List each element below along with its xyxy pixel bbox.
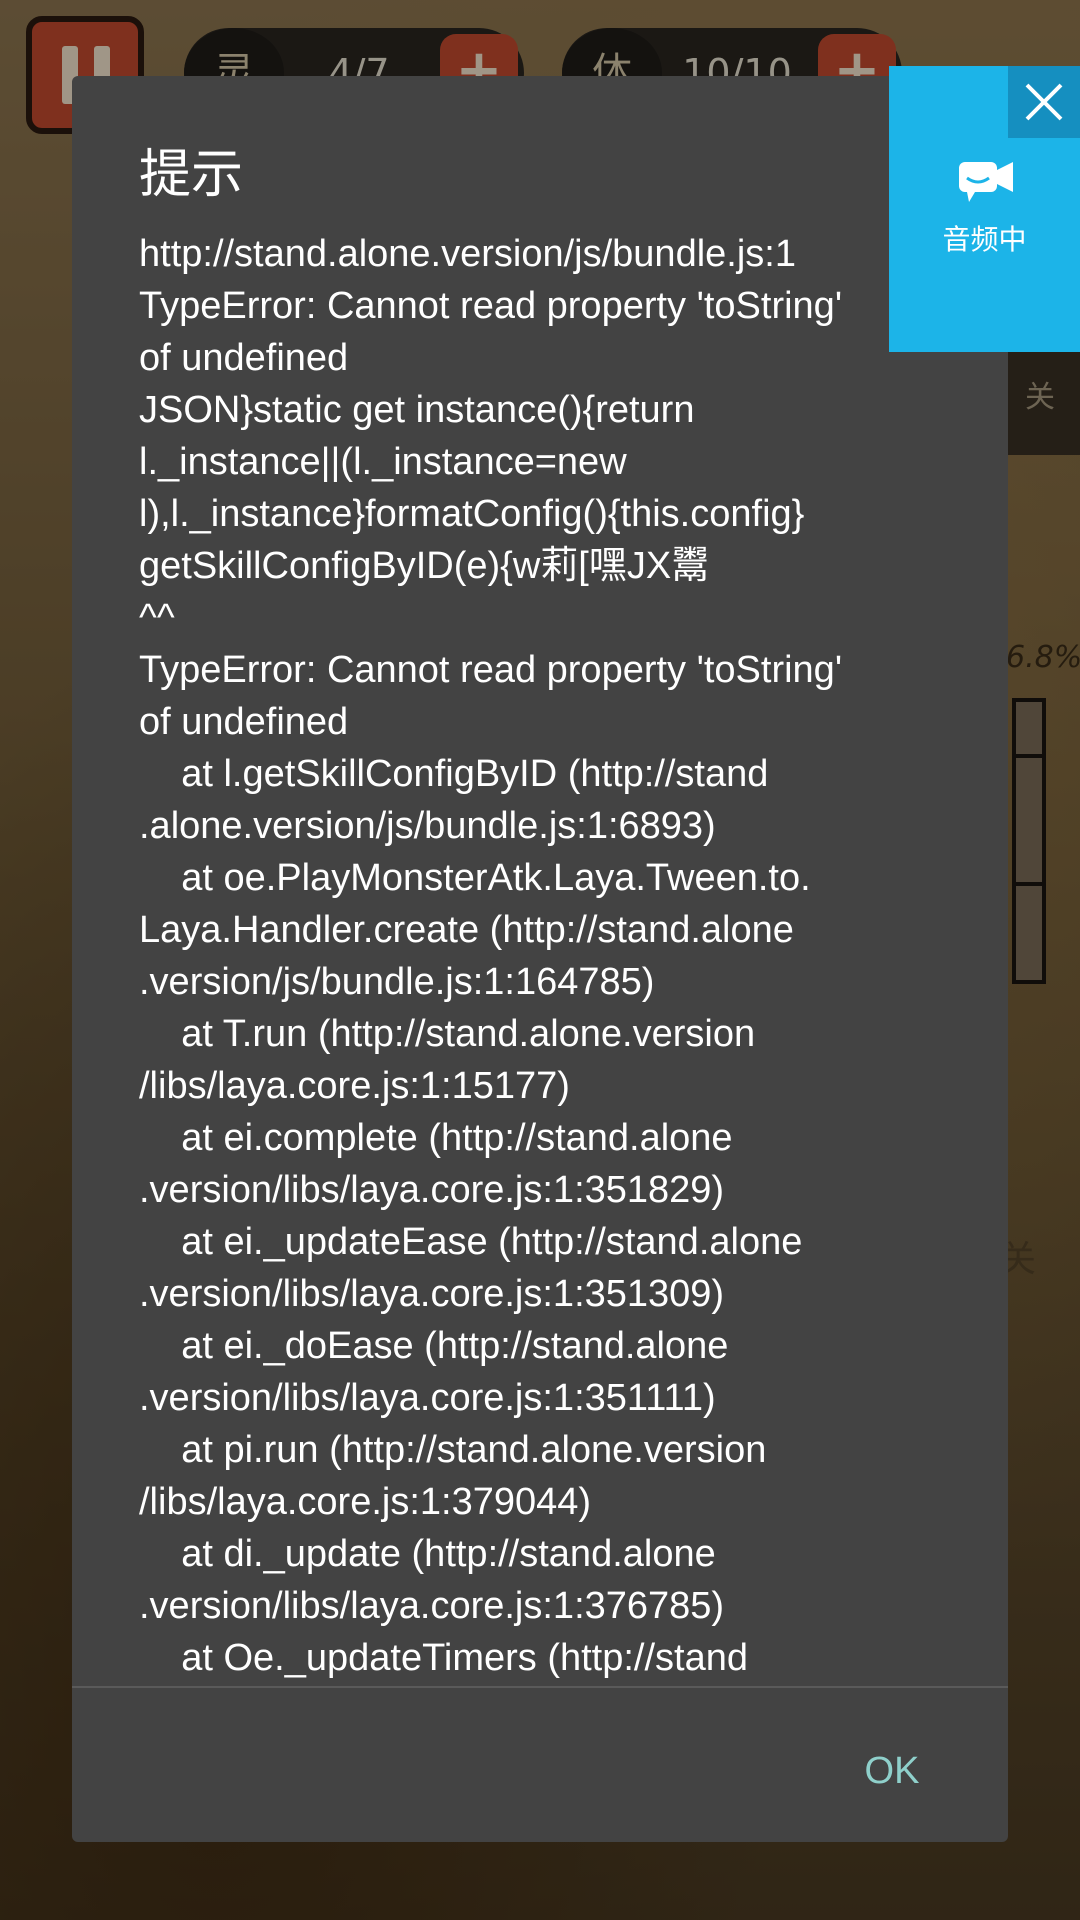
message-line: .version/js/bundle.js:1:164785) <box>139 961 655 1003</box>
message-line: .alone.version/js/bundle.js:1:6893) <box>139 805 716 847</box>
message-line: TypeError: Cannot read property 'toStrin… <box>139 649 843 691</box>
message-line: TypeError: Cannot read property 'toStrin… <box>139 285 843 327</box>
dialog-message[interactable]: http://stand.alone.version/js/bundle.js:… <box>139 228 989 1756</box>
message-line: at pi.run (http://stand.alone.version <box>139 1429 767 1471</box>
video-status-label: 音频中 <box>942 223 1027 256</box>
message-line: ^^ <box>139 597 175 639</box>
message-line: getSkillConfigByID(e){w莉[嘿JX鬻 <box>139 545 710 587</box>
close-icon[interactable] <box>1008 66 1080 138</box>
message-line: .version/libs/laya.core.js:1:351111) <box>139 1377 716 1419</box>
message-line: at Oe._updateTimers (http://stand <box>139 1637 749 1679</box>
message-line: /libs/laya.core.js:1:15177) <box>139 1065 570 1107</box>
message-line: at l.getSkillConfigByID (http://stand <box>139 753 769 795</box>
message-line: at T.run (http://stand.alone.version <box>139 1013 756 1055</box>
message-line: .version/libs/laya.core.js:1:351829) <box>139 1169 725 1211</box>
message-line: /libs/laya.core.js:1:379044) <box>139 1481 592 1523</box>
message-line: .version/libs/laya.core.js:1:351309) <box>139 1273 725 1315</box>
message-line: at di._update (http://stand.alone <box>139 1533 716 1575</box>
message-line: of undefined <box>139 337 349 379</box>
message-line: l._instance||(l._instance=new <box>139 441 627 483</box>
message-line: JSON}static get instance(){return <box>139 389 695 431</box>
ok-button[interactable]: OK <box>832 1736 952 1806</box>
message-line: at oe.PlayMonsterAtk.Laya.Tween.to. <box>139 857 811 899</box>
message-line: at ei._doEase (http://stand.alone <box>139 1325 729 1367</box>
message-line: .version/libs/laya.core.js:1:376785) <box>139 1585 725 1627</box>
message-line: of undefined <box>139 701 349 743</box>
dialog-divider <box>72 1686 1008 1688</box>
dialog-title: 提示 <box>139 145 244 205</box>
message-line: l),l._instance}formatConfig(){this.confi… <box>139 493 805 535</box>
message-line: http://stand.alone.version/js/bundle.js:… <box>139 233 796 275</box>
alert-dialog: 提示 http://stand.alone.version/js/bundle.… <box>72 76 1008 1842</box>
message-line: Laya.Handler.create (http://stand.alone <box>139 909 794 951</box>
floating-video-widget[interactable]: 音频中 <box>889 66 1080 352</box>
video-camera-icon <box>959 162 1013 202</box>
message-line: at ei.complete (http://stand.alone <box>139 1117 733 1159</box>
message-line: at ei._updateEase (http://stand.alone <box>139 1221 803 1263</box>
